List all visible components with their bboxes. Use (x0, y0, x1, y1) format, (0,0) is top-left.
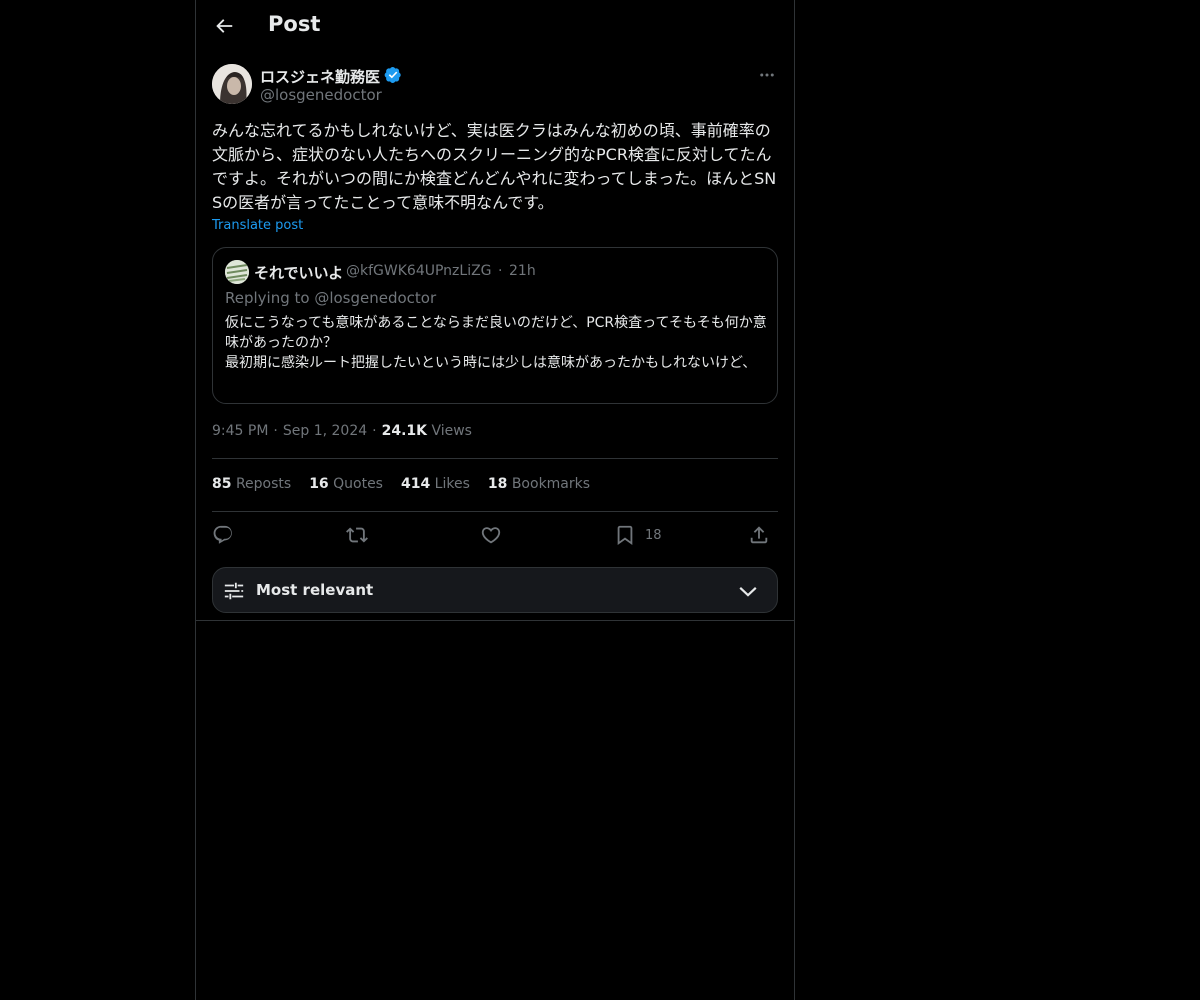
separator-dot: · (498, 263, 503, 279)
reposts-stat[interactable]: 85 Reposts (212, 476, 291, 492)
views-count: 24.1K (381, 423, 427, 439)
avatar[interactable] (212, 64, 252, 104)
author-handle[interactable]: @losgenedoctor (260, 86, 382, 104)
like-icon[interactable] (480, 524, 502, 546)
filter-sliders-icon (224, 582, 244, 600)
post-date[interactable]: Sep 1, 2024 (283, 423, 367, 439)
likes-stat[interactable]: 414 Likes (401, 476, 470, 492)
back-arrow-icon[interactable] (213, 15, 235, 37)
quote-display-name: それでいいよ (254, 264, 344, 282)
action-bar: 18 (212, 522, 778, 550)
quote-timestamp: 21h (509, 263, 536, 279)
views-label: Views (431, 423, 472, 439)
quote-replying-to: Replying to @losgenedoctor (225, 289, 437, 307)
bookmark-count: 18 (645, 528, 662, 543)
reply-icon[interactable] (212, 524, 234, 546)
quote-avatar (225, 260, 249, 284)
post-author: ロスジェネ勤務医 @losgenedoctor (212, 64, 778, 108)
divider (212, 458, 778, 459)
quote-text: 仮にこうなっても意味があることならまだ良いのだけど、PCR検査ってそもそも何か意… (225, 315, 767, 371)
divider (212, 511, 778, 512)
post-metadata: 9:45 PM · Sep 1, 2024 · 24.1K Views (212, 423, 472, 439)
translate-post-link[interactable]: Translate post (212, 218, 303, 233)
bookmarks-stat[interactable]: 18 Bookmarks (488, 476, 590, 492)
engagement-stats: 85 Reposts 16 Quotes 414 Likes 18 Bookmarks (212, 476, 608, 492)
post-time[interactable]: 9:45 PM (212, 423, 268, 439)
bookmark-icon[interactable] (614, 524, 636, 546)
post-text: みんな忘れてるかもしれないけど、実は医クラはみんな初めの頃、事前確率の文脈から、… (212, 121, 777, 212)
post-column: Post ロスジェネ勤務医 @losgenedoctor みんな忘れてるかもしれ… (195, 0, 795, 1000)
sort-label: Most relevant (256, 581, 374, 599)
chevron-down-icon (739, 586, 757, 597)
page-title: Post (268, 12, 321, 36)
section-divider (196, 620, 794, 621)
quote-handle: @kfGWK64UPnzLiZG (346, 263, 492, 279)
quotes-stat[interactable]: 16 Quotes (309, 476, 383, 492)
more-icon[interactable] (758, 66, 776, 84)
header: Post (196, 0, 794, 54)
sort-replies-dropdown[interactable]: Most relevant (212, 567, 778, 613)
author-display-name[interactable]: ロスジェネ勤務医 (260, 66, 380, 87)
verified-badge-icon (384, 66, 401, 84)
repost-icon[interactable] (346, 524, 368, 546)
quoted-post[interactable]: それでいいよ @kfGWK64UPnzLiZG · 21h Replying t… (212, 247, 778, 404)
share-icon[interactable] (748, 524, 770, 546)
